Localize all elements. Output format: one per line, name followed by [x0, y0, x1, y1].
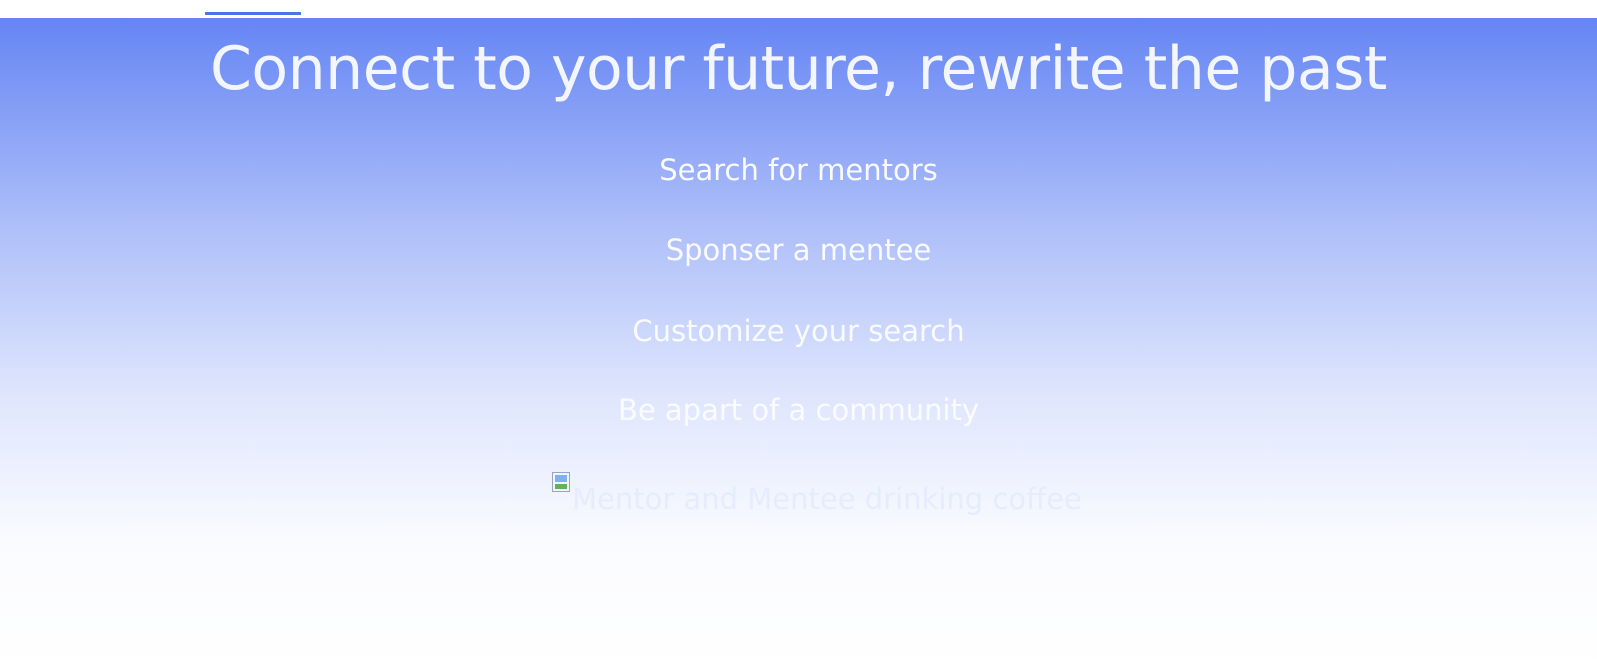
- hero-title: Connect to your future, rewrite the past: [210, 34, 1387, 104]
- hero-section: Connect to your future, rewrite the past…: [0, 18, 1597, 671]
- feature-search-mentors: Search for mentors: [659, 153, 938, 187]
- hero-image-alt-text: Mentor and Mentee drinking coffee: [572, 482, 1082, 516]
- feature-customize-search: Customize your search: [632, 314, 965, 348]
- feature-community: Be apart of a community: [617, 393, 980, 427]
- feature-sponsor-mentee: Sponser a mentee: [665, 233, 932, 267]
- nav-active-tab-indicator: [205, 12, 301, 15]
- hero-image: Mentor and Mentee drinking coffee: [552, 472, 1082, 520]
- broken-image-icon: [552, 472, 570, 492]
- top-nav: [0, 0, 1597, 18]
